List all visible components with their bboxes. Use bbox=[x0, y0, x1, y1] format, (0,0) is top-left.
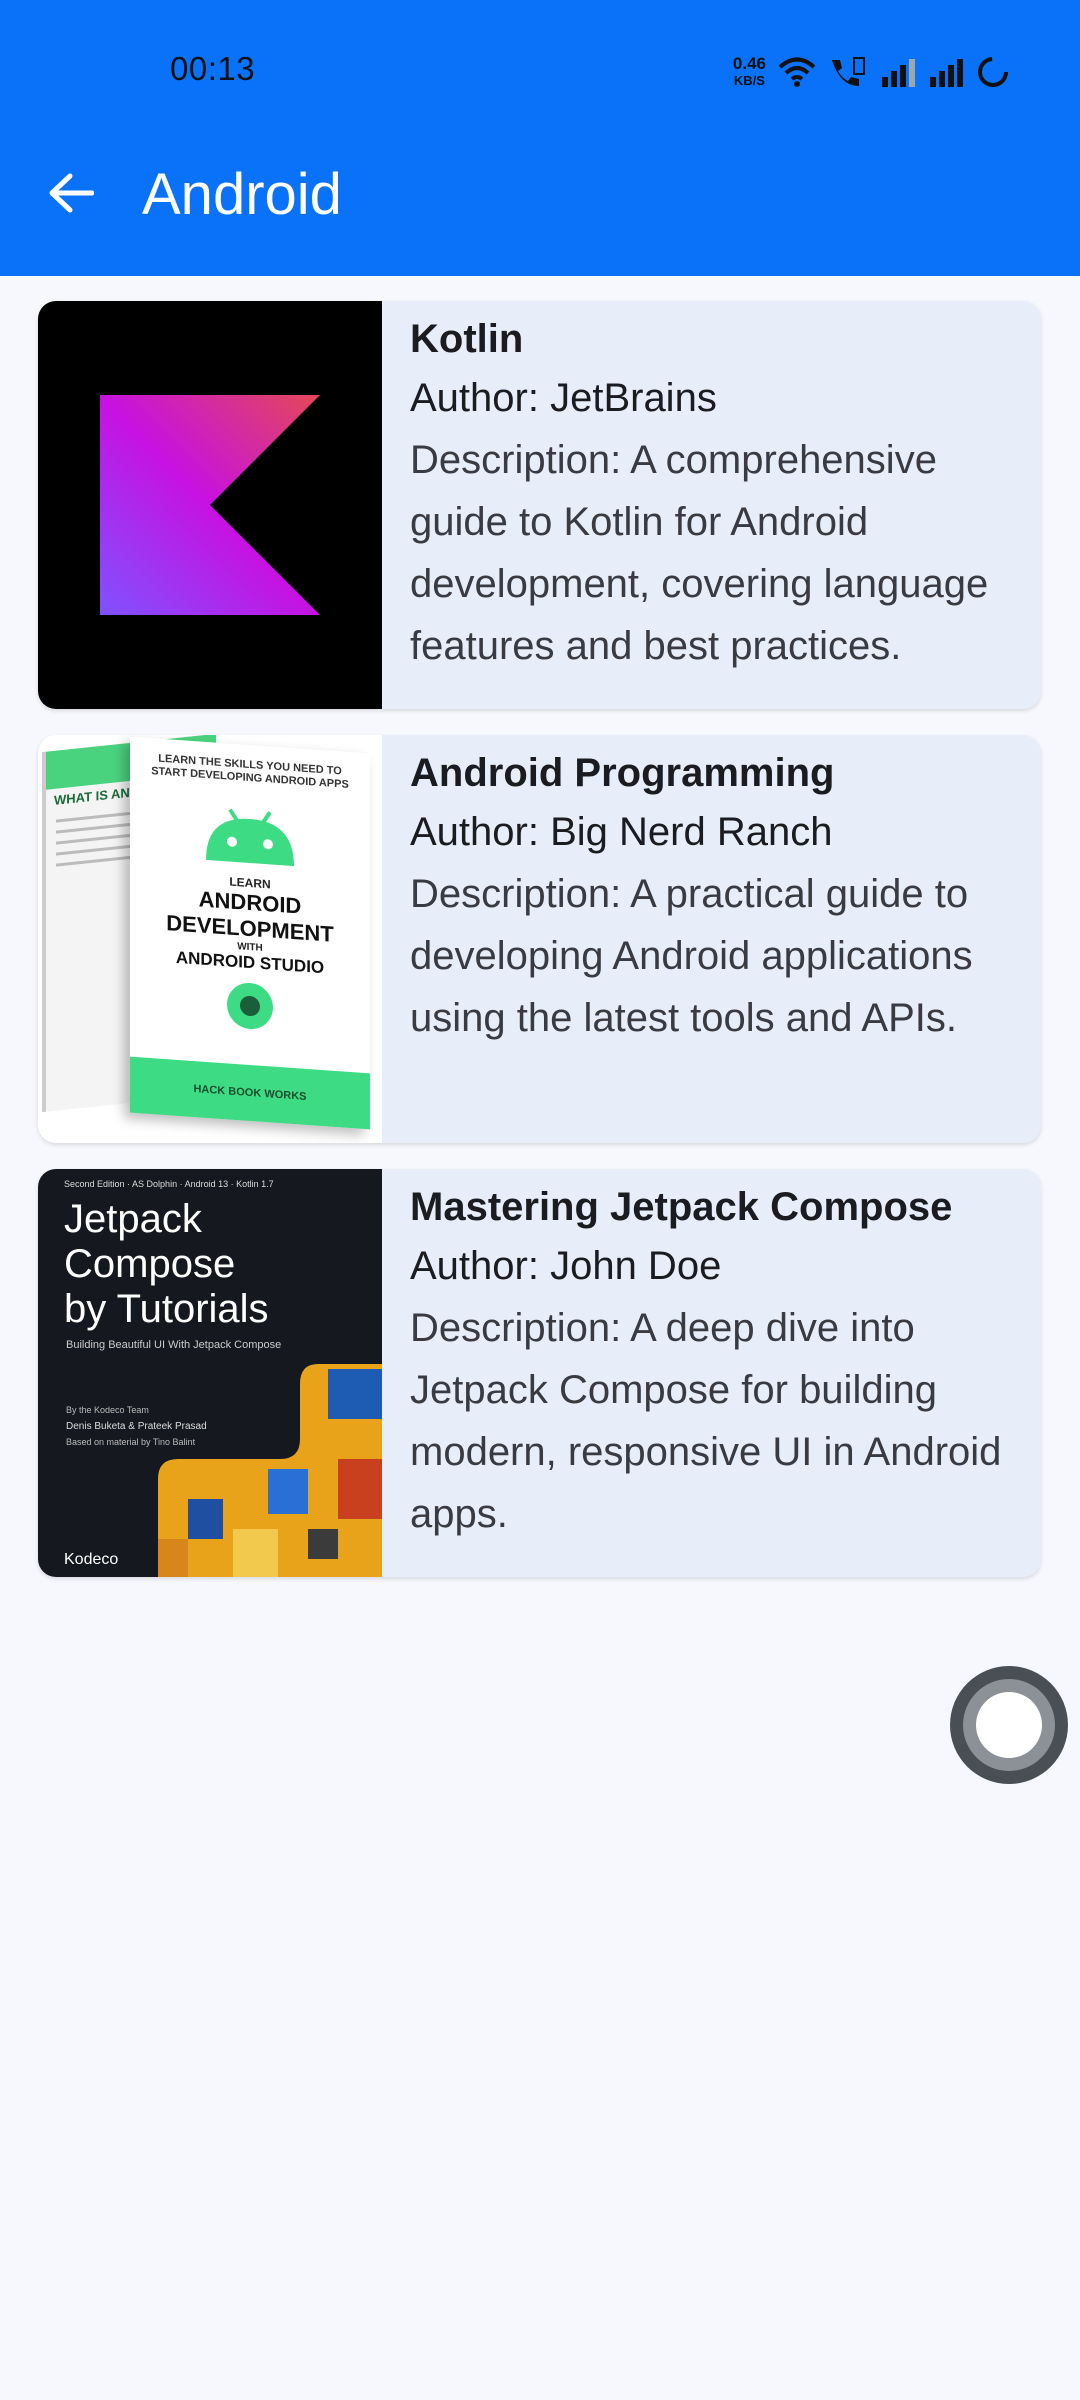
volte-call-icon bbox=[832, 57, 865, 86]
book-author: Author: John Doe bbox=[410, 1244, 722, 1288]
book-title: Android Programming bbox=[410, 751, 835, 795]
book-card[interactable]: Second Edition · AS Dolphin · Android 13… bbox=[38, 1169, 1041, 1577]
android-development-book-cover: WHAT IS AN LEARN THE SKILLS YOU NEED TO … bbox=[38, 735, 382, 1143]
cover-publisher: HACK BOOK WORKS bbox=[130, 1056, 370, 1130]
network-speed: 0.46 KB/S bbox=[733, 55, 766, 89]
cover-top-text: LEARN THE SKILLS YOU NEED TO START DEVEL… bbox=[151, 752, 349, 791]
network-speed-unit: KB/S bbox=[733, 73, 765, 88]
book-author: Author: JetBrains bbox=[410, 376, 717, 420]
android-studio-icon bbox=[227, 981, 273, 1031]
book-info: Android Programming Author: Big Nerd Ran… bbox=[382, 735, 1041, 1143]
status-icons: 0.46 KB/S bbox=[733, 52, 1010, 92]
back-button[interactable] bbox=[38, 160, 104, 226]
network-speed-value: 0.46 bbox=[732, 54, 766, 73]
kotlin-logo-graphic bbox=[100, 395, 320, 615]
book-list: Kotlin Author: JetBrains Description: A … bbox=[38, 301, 1041, 1603]
arrow-left-icon bbox=[49, 173, 94, 213]
book-description: Description: A practical guide to develo… bbox=[410, 872, 973, 1040]
book-title: Mastering Jetpack Compose bbox=[410, 1185, 953, 1229]
book-description: Description: A comprehensive guide to Ko… bbox=[410, 438, 989, 668]
kotlin-logo bbox=[38, 301, 382, 709]
assistive-touch-button[interactable] bbox=[950, 1666, 1068, 1784]
book-card[interactable]: Kotlin Author: JetBrains Description: A … bbox=[38, 301, 1041, 709]
jetpack-compose-tutorials-cover: Second Edition · AS Dolphin · Android 13… bbox=[38, 1169, 382, 1577]
book-title: Kotlin bbox=[410, 317, 524, 361]
book-info: Kotlin Author: JetBrains Description: A … bbox=[382, 301, 1041, 709]
book-info: Mastering Jetpack Compose Author: John D… bbox=[382, 1169, 1041, 1577]
front-book: LEARN THE SKILLS YOU NEED TO START DEVEL… bbox=[130, 736, 370, 1130]
book-author: Author: Big Nerd Ranch bbox=[410, 810, 833, 854]
cover-artwork bbox=[158, 1364, 382, 1577]
book-description: Description: A deep dive into Jetpack Co… bbox=[410, 1306, 1002, 1536]
status-time: 00:13 bbox=[170, 50, 256, 87]
page-title: Android bbox=[142, 162, 342, 227]
assistive-touch-icon bbox=[963, 1679, 1055, 1771]
signal-icon bbox=[930, 59, 963, 87]
book-card[interactable]: WHAT IS AN LEARN THE SKILLS YOU NEED TO … bbox=[38, 735, 1041, 1143]
app-bar: 00:13 0.46 KB/S Android bbox=[0, 0, 1080, 276]
loading-icon bbox=[978, 57, 1008, 87]
signal-icon bbox=[882, 59, 915, 87]
android-robot-icon bbox=[206, 808, 294, 867]
wifi-icon bbox=[778, 57, 816, 87]
